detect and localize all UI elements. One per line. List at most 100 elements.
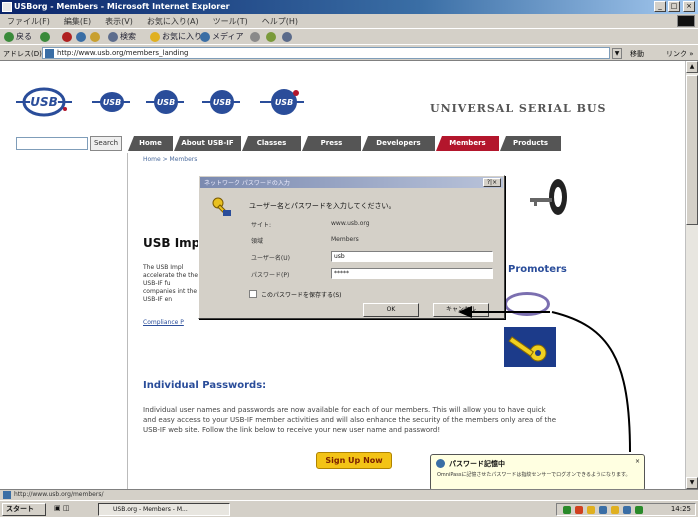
password-field[interactable]: ***** <box>331 268 493 279</box>
ok-button[interactable]: OK <box>363 303 419 317</box>
site-value: www.usb.org <box>331 220 370 227</box>
key-icon <box>211 196 233 218</box>
compliance-link[interactable]: Compliance P <box>143 319 205 326</box>
start-button[interactable]: スタート <box>2 503 46 516</box>
menu-edit[interactable]: 編集(E) <box>57 14 98 29</box>
tray-icon[interactable] <box>623 506 631 514</box>
media-icon[interactable] <box>200 32 210 42</box>
dialog-title: ネットワーク パスワードの入力 <box>204 180 290 187</box>
balloon-close-button[interactable]: × <box>635 458 640 465</box>
menu-bar: ファイル(F) 編集(E) 表示(V) お気に入り(A) ツール(T) ヘルプ(… <box>0 14 698 28</box>
scroll-down-button[interactable]: ▼ <box>686 477 698 489</box>
scroll-up-button[interactable]: ▲ <box>686 61 698 73</box>
taskbar: スタート ▣ ◫ USB.org - Members - M... 14:25 <box>0 500 698 517</box>
status-text: http://www.usb.org/members/ <box>14 491 104 498</box>
tab-developers[interactable]: Developers <box>362 136 436 151</box>
taskbar-ie-window[interactable]: USB.org - Members - M... <box>98 503 230 516</box>
home-icon[interactable] <box>90 32 100 42</box>
svg-text:USB: USB <box>30 95 58 109</box>
balloon-body: OmniPassに記憶させたパスワードは指紋センサーでログオンできるようになりま… <box>437 472 631 478</box>
tab-press[interactable]: Press <box>302 136 362 151</box>
tab-about[interactable]: About USB-IF <box>174 136 242 151</box>
address-dropdown-button[interactable]: ▼ <box>612 48 622 59</box>
section-title: Individual Passwords: <box>143 380 267 391</box>
go-button[interactable]: 移動 <box>630 49 644 59</box>
breadcrumb[interactable]: Home > Members <box>143 156 197 163</box>
scroll-thumb[interactable] <box>686 75 698 225</box>
clock: 14:25 <box>670 505 691 513</box>
tray-key-icon[interactable] <box>611 506 619 514</box>
mail-icon[interactable] <box>266 32 276 42</box>
close-button[interactable]: × <box>683 1 695 12</box>
history-icon[interactable] <box>250 32 260 42</box>
tab-home[interactable]: Home <box>128 136 174 151</box>
sign-up-button[interactable]: Sign Up Now <box>316 452 392 469</box>
menu-help[interactable]: ヘルプ(H) <box>255 14 305 29</box>
tab-products[interactable]: Products <box>500 136 562 151</box>
tray-icon[interactable] <box>599 506 607 514</box>
save-password-label[interactable]: このパスワードを保存する(S) <box>261 290 342 299</box>
tab-classes[interactable]: Classes <box>242 136 302 151</box>
intro-text: The USB Impl accelerate the the USB-IF f… <box>143 264 199 303</box>
quick-launch-icons[interactable]: ▣ ◫ <box>54 504 69 512</box>
brand-wordmark: UNIVERSAL SERIAL BUS <box>430 102 607 115</box>
site-search-button[interactable]: Search <box>90 136 122 151</box>
links-button[interactable]: リンク » <box>666 49 694 59</box>
dialog-prompt: ユーザー名とパスワードを入力してください。 <box>249 202 396 210</box>
usb-logo-4: USB <box>258 85 306 119</box>
system-tray: 14:25 <box>556 503 696 516</box>
minimize-button[interactable]: _ <box>654 1 666 12</box>
svg-text:USB: USB <box>157 98 175 107</box>
notification-balloon: パスワード記憶中 × OmniPassに記憶させたパスワードは指紋センサーでログ… <box>430 454 645 491</box>
media-button-label[interactable]: メディア <box>212 31 243 42</box>
menu-tools[interactable]: ツール(T) <box>206 14 255 29</box>
page-status-icon <box>3 491 11 499</box>
favorites-button-label[interactable]: お気に入り <box>162 31 202 42</box>
status-bar: http://www.usb.org/members/ <box>0 489 698 500</box>
tab-members[interactable]: Members <box>436 136 500 151</box>
stop-icon[interactable] <box>62 32 72 42</box>
sidebar-divider <box>127 153 128 489</box>
maximize-button[interactable]: □ <box>668 1 680 12</box>
refresh-icon[interactable] <box>76 32 86 42</box>
title-bar: USBorg - Members - Microsoft Internet Ex… <box>0 0 698 14</box>
window-title: USBorg - Members - Microsoft Internet Ex… <box>14 2 230 11</box>
tray-icon[interactable] <box>563 506 571 514</box>
address-label: アドレス(D) <box>3 50 42 58</box>
menu-view[interactable]: 表示(V) <box>98 14 140 29</box>
tray-icon[interactable] <box>635 506 643 514</box>
page-icon <box>45 49 54 58</box>
tray-icon[interactable] <box>575 506 583 514</box>
password-dialog: ネットワーク パスワードの入力 ?|× ユーザー名とパスワードを入力してください… <box>198 175 505 319</box>
balloon-title: パスワード記憶中 <box>449 460 505 468</box>
print-icon[interactable] <box>282 32 292 42</box>
ring-graphic <box>504 292 550 316</box>
menu-file[interactable]: ファイル(F) <box>0 14 57 29</box>
key-lock-illustration <box>500 169 570 225</box>
key-badge-icon <box>504 327 556 367</box>
search-button-label[interactable]: 検索 <box>120 31 136 42</box>
vertical-scrollbar[interactable]: ▲ ▼ <box>685 61 698 489</box>
site-label: サイト: <box>251 222 272 229</box>
toolbar: 戻る 検索 お気に入り メディア <box>0 28 698 44</box>
favorites-icon[interactable] <box>150 32 160 42</box>
dialog-close-button[interactable]: ?|× <box>483 178 501 187</box>
address-bar: アドレス(D) http://www.usb.org/members_landi… <box>0 44 698 61</box>
back-arrow-icon[interactable] <box>4 32 14 42</box>
usb-logo-1: USB <box>90 85 132 119</box>
address-url: http://www.usb.org/members_landing <box>57 49 189 57</box>
promoters-heading[interactable]: Promoters <box>508 264 567 275</box>
username-label: ユーザー名(U) <box>251 255 290 262</box>
forward-arrow-icon[interactable] <box>40 32 50 42</box>
address-input[interactable]: http://www.usb.org/members_landing <box>42 47 610 59</box>
menu-favorites[interactable]: お気に入り(A) <box>140 14 206 29</box>
back-button-label[interactable]: 戻る <box>16 31 32 42</box>
search-icon[interactable] <box>108 32 118 42</box>
tray-icon[interactable] <box>587 506 595 514</box>
save-password-checkbox[interactable] <box>249 290 257 298</box>
cancel-button[interactable]: キャンセル <box>433 303 489 317</box>
username-field[interactable]: usb <box>331 251 493 262</box>
windows-logo-icon <box>677 15 695 27</box>
svg-text:USB: USB <box>275 98 293 107</box>
site-search-input[interactable] <box>16 137 88 150</box>
